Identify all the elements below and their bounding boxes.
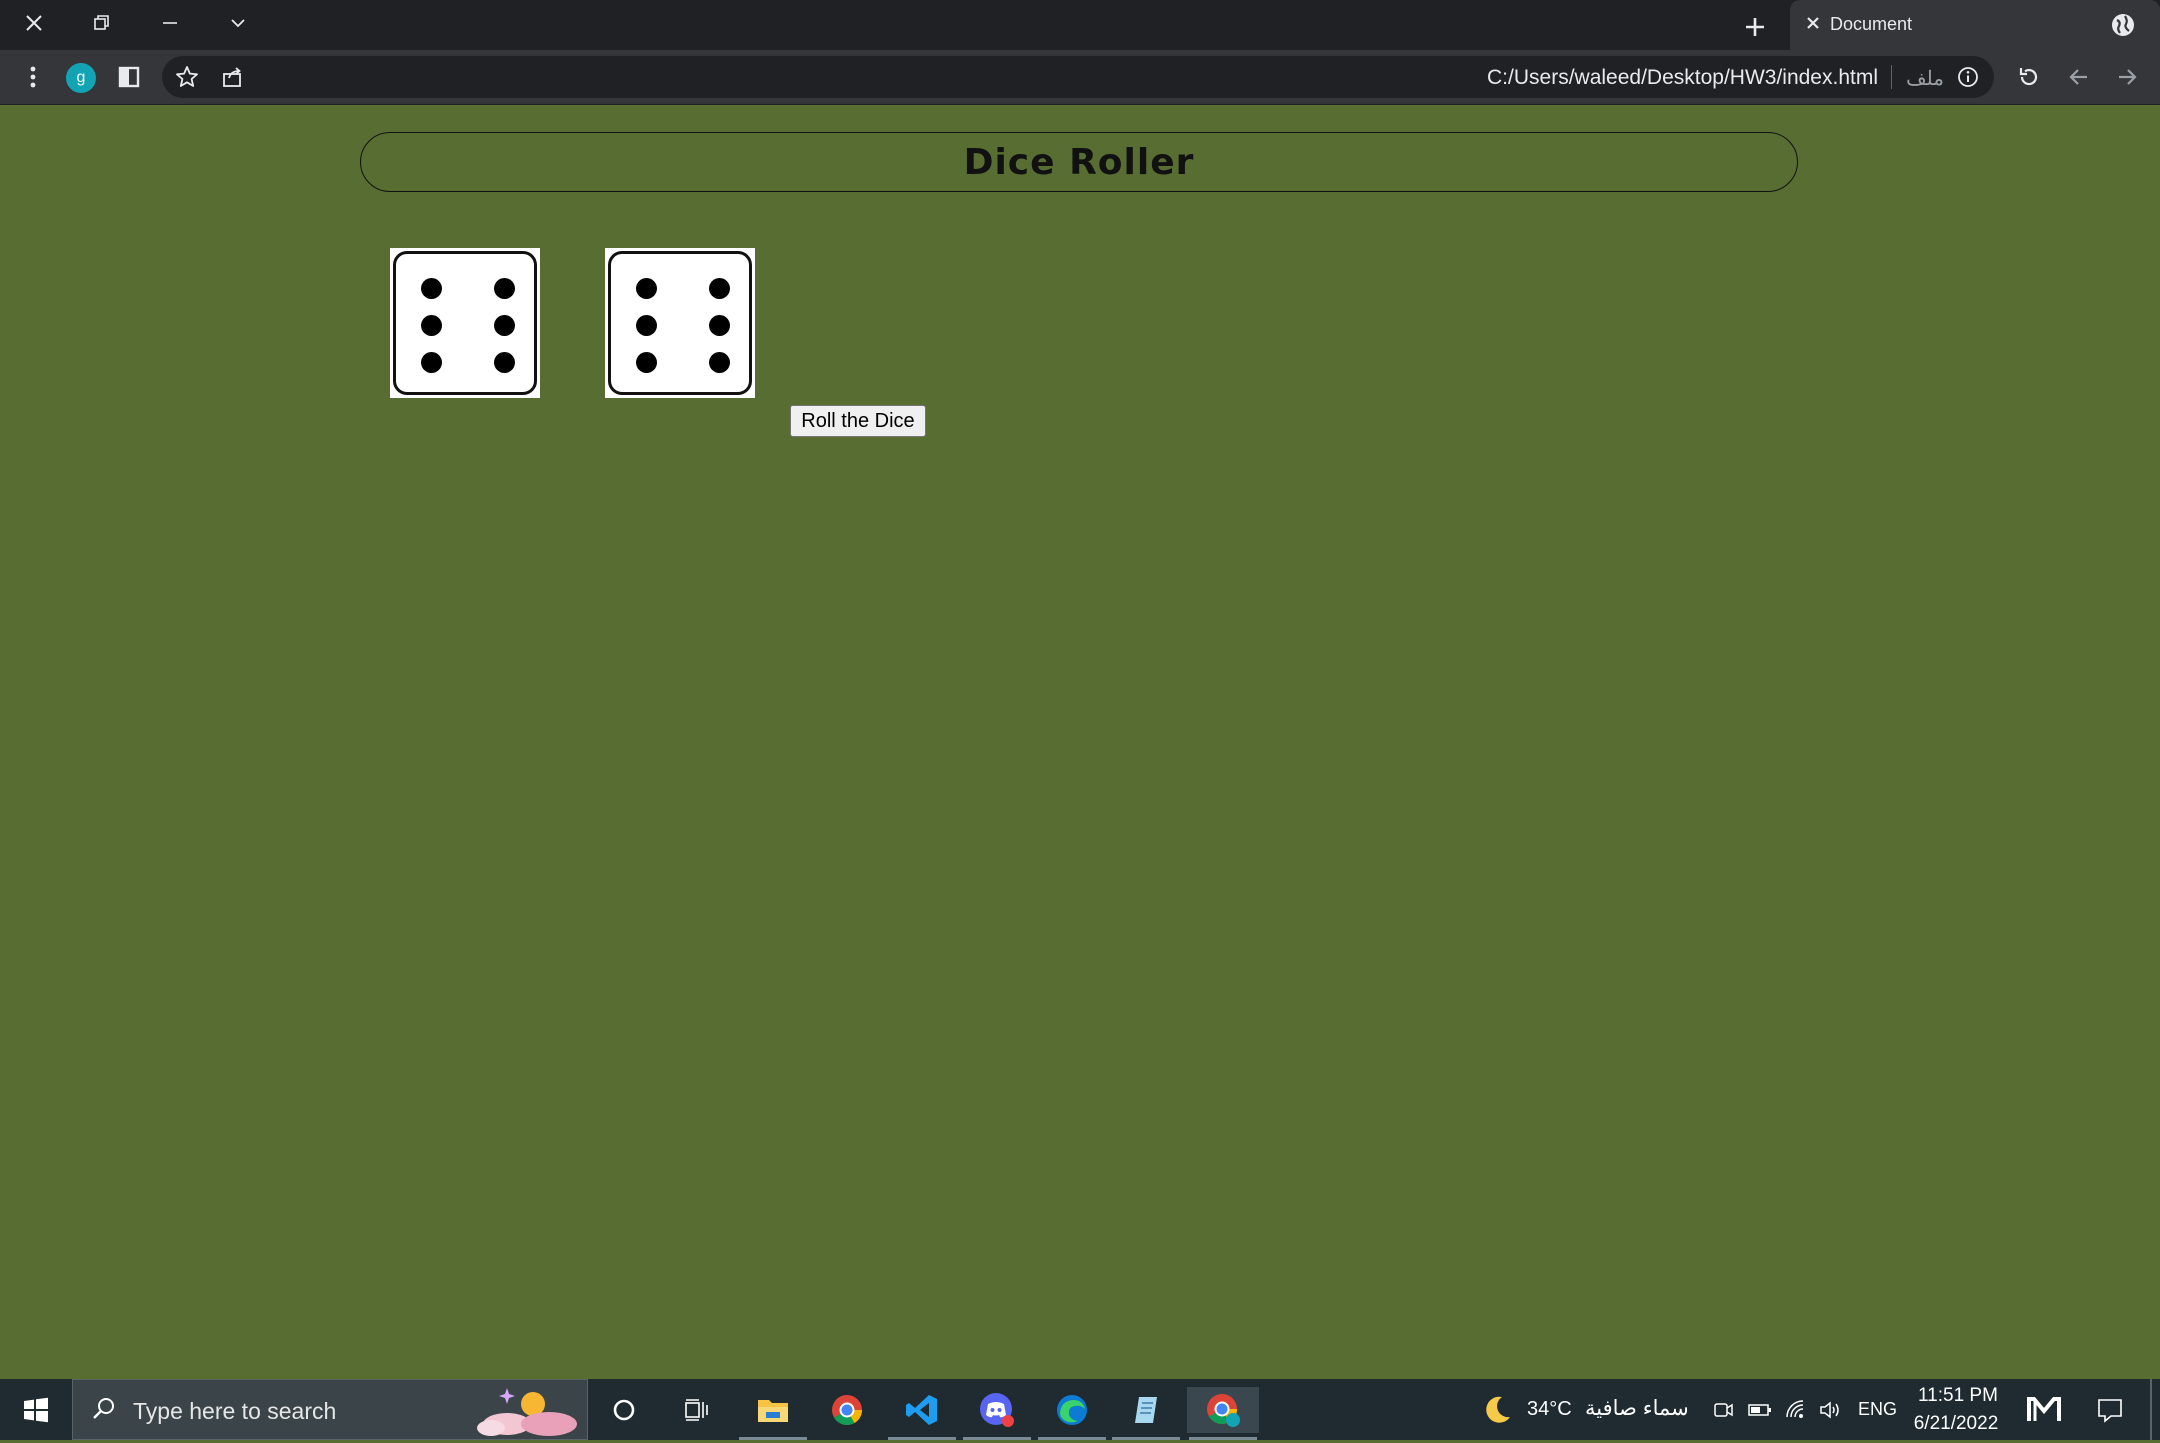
dice-pip [636,315,657,336]
reload-button[interactable] [2010,58,2048,96]
url-scheme-label: ملف [1905,68,1944,90]
arrow-right-icon [2119,69,2137,85]
dice-pip [494,352,515,373]
menu-button[interactable] [14,58,52,96]
search-placeholder: Type here to search [133,1398,337,1424]
weather-temperature[interactable]: 34°C [1527,1398,1572,1421]
side-panel-button[interactable] [110,58,148,96]
tab-close-button[interactable] [1804,14,1822,37]
arrow-left-icon [2069,69,2087,85]
dice-pip [709,278,730,299]
page-viewport: Dice Roller Roll the Dice [0,105,2160,1379]
weather-clouds-art [471,1384,583,1443]
discord-button[interactable] [961,1387,1033,1440]
chrome-profile-button[interactable] [1187,1387,1259,1440]
address-bar[interactable]: C:/Users/waleed/Desktop/HW3/index.html م… [162,56,1994,98]
show-desktop-edge[interactable] [2150,1379,2152,1440]
tab-title: Document [1830,14,1913,34]
dice-pip [709,315,730,336]
notifications-icon[interactable] [2096,1397,2124,1428]
discord-icon [980,1393,1014,1427]
page-title: Dice Roller [963,141,1195,183]
dice-pip [494,278,515,299]
dice-right [605,248,755,398]
weather-description[interactable]: سماء صافية [1585,1396,1689,1421]
clock-date[interactable]: 6/21/2022 [1911,1413,2001,1435]
task-view-icon [685,1399,708,1421]
dice-pip [421,352,442,373]
dice-pip [421,315,442,336]
close-window-button[interactable] [0,0,68,46]
tab-search-button[interactable] [204,0,272,46]
input-language[interactable]: ENG [1858,1399,1897,1420]
chrome-button[interactable] [811,1387,883,1433]
tab-document[interactable]: Document [1790,0,2160,52]
dice-pip [636,278,657,299]
notepad-icon [1135,1397,1157,1423]
info-icon[interactable] [1956,65,1980,94]
wifi-icon[interactable] [1784,1399,1808,1426]
task-view-button[interactable] [660,1387,732,1433]
profile-avatar[interactable]: g [66,63,96,93]
new-tab-button[interactable] [1738,10,1772,44]
minimize-icon [163,22,177,24]
close-icon [26,15,42,31]
tab-strip: Document [0,0,2160,52]
star-icon [176,66,198,87]
chrome-icon [832,1395,862,1426]
file-explorer-icon [758,1400,788,1422]
dice-pip [421,278,442,299]
edge-button[interactable] [1036,1387,1108,1440]
dice-pip [709,352,730,373]
globe-icon [2110,12,2136,43]
dice-face-six [608,251,752,395]
page-header: Dice Roller [360,132,1798,192]
bookmark-button[interactable] [168,58,206,96]
file-explorer-button[interactable] [737,1387,809,1440]
plus-icon [1746,18,1764,36]
restore-window-button[interactable] [68,0,136,46]
clock-time[interactable]: 11:51 PM [1918,1385,1998,1407]
volume-icon[interactable] [1818,1399,1842,1426]
share-button[interactable] [214,58,252,96]
dice-face-six [393,251,537,395]
edge-icon [1057,1395,1087,1425]
share-icon [223,67,241,87]
url-separator [1891,65,1892,89]
search-icon [91,1396,117,1427]
windows-icon [24,1397,48,1422]
dice-pip [494,315,515,336]
moon-icon [1480,1393,1514,1432]
forward-button[interactable] [2108,58,2146,96]
back-button[interactable] [2060,58,2098,96]
chevron-down-icon [231,19,245,28]
side-panel-icon [118,66,140,88]
notepad-button[interactable] [1110,1387,1182,1440]
minimize-window-button[interactable] [136,0,204,46]
meet-now-icon[interactable] [1712,1399,1734,1426]
taskbar-search[interactable]: Type here to search [72,1379,588,1440]
vscode-icon [906,1395,937,1425]
restore-icon [94,15,109,30]
url-text: C:/Users/waleed/Desktop/HW3/index.html [1487,66,1878,89]
close-icon [1807,17,1819,29]
start-button[interactable] [0,1379,72,1440]
reload-icon [2019,68,2038,86]
app-logo-icon[interactable] [2026,1395,2062,1430]
taskbar: Type here to search 34°C سماء صافية ENG … [0,1379,2160,1440]
cortana-button[interactable] [588,1387,660,1433]
more-vertical-icon [30,66,36,88]
browser-toolbar: g C:/Users/waleed/Desktop/HW3/index.html… [0,50,2160,105]
chrome-profile-icon [1207,1394,1240,1427]
battery-icon[interactable] [1747,1399,1773,1426]
dice-left [390,248,540,398]
vscode-button[interactable] [886,1387,958,1440]
dice-pip [636,352,657,373]
cortana-icon [613,1399,635,1421]
roll-dice-button[interactable]: Roll the Dice [790,405,926,437]
